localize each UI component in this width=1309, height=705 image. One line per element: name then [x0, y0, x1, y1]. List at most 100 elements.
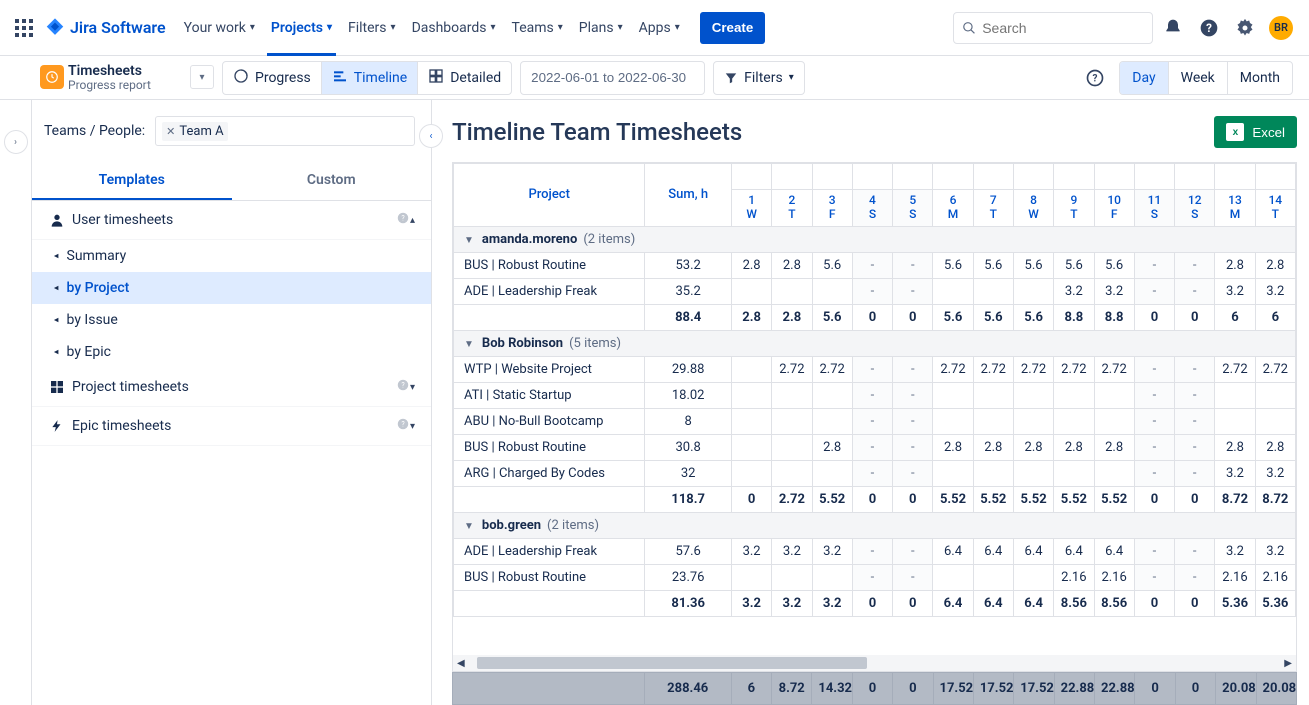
scroll-left-icon[interactable]: ◀ [457, 658, 465, 669]
settings-icon[interactable] [1229, 12, 1261, 44]
nav-apps[interactable]: Apps▾ [631, 8, 688, 48]
bolt-icon [48, 419, 66, 433]
view-week[interactable]: Week [1169, 62, 1228, 94]
col-day-6[interactable]: 6M [933, 190, 973, 227]
view-day[interactable]: Day [1120, 62, 1168, 94]
data-row: ADE | Leadership Freak35.2--3.23.2--3.23… [454, 278, 1296, 304]
mode-progress[interactable]: Progress [223, 62, 322, 94]
app-switch-chevron[interactable]: ▾ [190, 65, 214, 89]
project-cell[interactable]: ABU | No-Bull Bootcamp [454, 408, 645, 434]
group-row[interactable]: ▼Bob Robinson(5 items) [454, 330, 1296, 356]
data-row: WTP | Website Project29.882.722.72--2.72… [454, 356, 1296, 382]
project-cell[interactable]: ATI | Static Startup [454, 382, 645, 408]
group-row[interactable]: ▼bob.green(2 items) [454, 512, 1296, 538]
app-header[interactable]: Timesheets Progress report ▾ [40, 63, 214, 93]
help-hint-icon[interactable]: ? [396, 378, 410, 396]
app-subtitle: Progress report [68, 79, 151, 93]
col-day-4[interactable]: 4S [852, 190, 892, 227]
nav-dashboards[interactable]: Dashboards▾ [404, 8, 504, 48]
timesheet-grid: ProjectSum, h1W2T3F4S5S6M7T8W9T10F11S12S… [452, 162, 1297, 655]
team-tag: ✕ Team A [162, 122, 227, 141]
notifications-icon[interactable] [1157, 12, 1189, 44]
help-hint-icon[interactable]: ? [396, 211, 410, 229]
nav-plans[interactable]: Plans▾ [571, 8, 631, 48]
nav-filters[interactable]: Filters▾ [340, 8, 404, 48]
col-day-7[interactable]: 7T [973, 190, 1013, 227]
export-excel-button[interactable]: x Excel [1214, 116, 1297, 148]
col-project[interactable]: Project [454, 164, 645, 227]
section-project-timesheets[interactable]: Project timesheets?▾ [32, 368, 431, 407]
app-switcher-icon[interactable] [12, 16, 36, 40]
col-day-3[interactable]: 3F [812, 190, 852, 227]
nav-your-work[interactable]: Your work▾ [176, 8, 263, 48]
col-day-5[interactable]: 5S [893, 190, 933, 227]
data-row: ADE | Leadership Freak57.63.23.23.2--6.4… [454, 538, 1296, 564]
help-hint-icon[interactable]: ? [396, 417, 410, 435]
mode-detailed[interactable]: Detailed [418, 62, 511, 94]
section-user-timesheets[interactable]: User timesheets?▴ [32, 201, 431, 240]
collapse-sidebar-button[interactable]: ‹ [419, 124, 443, 148]
timesheets-app-icon [40, 65, 64, 89]
project-cell[interactable]: BUS | Robust Routine [454, 564, 645, 590]
nav-projects[interactable]: Projects▾ [263, 8, 340, 48]
top-nav: Jira Software Your work▾Projects▾Filters… [0, 0, 1309, 56]
horizontal-scrollbar[interactable]: ◀ ▶ [452, 655, 1297, 672]
subtotal-row: 81.363.23.23.2006.46.46.48.568.56005.365… [454, 590, 1296, 616]
remove-tag-icon[interactable]: ✕ [166, 125, 175, 138]
expand-rail-button[interactable]: › [4, 130, 28, 154]
tree-item-by-project[interactable]: ▴by Project [32, 272, 431, 304]
create-button[interactable]: Create [700, 12, 766, 44]
col-day-14[interactable]: 14T [1255, 190, 1295, 227]
project-cell[interactable]: ADE | Leadership Freak [454, 538, 645, 564]
sidebar-tabs: TemplatesCustom [32, 162, 431, 201]
project-cell[interactable]: BUS | Robust Routine [454, 434, 645, 460]
scroll-thumb[interactable] [477, 657, 867, 669]
mode-timeline[interactable]: Timeline [322, 62, 418, 94]
date-range-input[interactable] [520, 61, 705, 95]
tree-item-summary[interactable]: ▴Summary [32, 240, 431, 272]
project-cell[interactable]: WTP | Website Project [454, 356, 645, 382]
scroll-right-icon[interactable]: ▶ [1284, 658, 1292, 669]
collapse-group-icon[interactable]: ▼ [464, 339, 474, 350]
collapse-group-icon[interactable]: ▼ [464, 235, 474, 246]
app-title: Timesheets [68, 63, 151, 79]
toolbar-help-icon[interactable]: ? [1079, 62, 1111, 94]
col-sum[interactable]: Sum, h [645, 164, 732, 227]
filters-button[interactable]: Filters ▾ [713, 61, 805, 95]
timesheet-table: ProjectSum, h1W2T3F4S5S6M7T8W9T10F11S12S… [453, 163, 1296, 617]
tree-item-by-epic[interactable]: ▴by Epic [32, 336, 431, 368]
tree-item-by-issue[interactable]: ▴by Issue [32, 304, 431, 336]
section-epic-timesheets[interactable]: Epic timesheets?▾ [32, 407, 431, 446]
project-cell[interactable]: ARG | Charged By Codes [454, 460, 645, 486]
view-month[interactable]: Month [1228, 62, 1292, 94]
data-row: ARG | Charged By Codes32----3.23.2 [454, 460, 1296, 486]
view-mode-group: ProgressTimelineDetailed [222, 61, 512, 95]
project-cell[interactable]: ADE | Leadership Freak [454, 278, 645, 304]
col-day-9[interactable]: 9T [1054, 190, 1094, 227]
jira-logo[interactable]: Jira Software [44, 17, 166, 39]
search-box[interactable] [953, 12, 1153, 44]
svg-text:?: ? [1206, 21, 1212, 35]
col-day-13[interactable]: 13M [1215, 190, 1255, 227]
col-day-11[interactable]: 11S [1134, 190, 1174, 227]
help-icon[interactable]: ? [1193, 12, 1225, 44]
group-row[interactable]: ▼amanda.moreno(2 items) [454, 226, 1296, 252]
sidebar-tab-custom[interactable]: Custom [232, 162, 432, 200]
collapse-group-icon[interactable]: ▼ [464, 521, 474, 532]
user-avatar[interactable]: BR [1265, 12, 1297, 44]
progress-icon [233, 68, 249, 88]
col-day-2[interactable]: 2T [772, 190, 812, 227]
project-cell[interactable]: BUS | Robust Routine [454, 252, 645, 278]
product-name: Jira Software [70, 18, 166, 37]
col-day-10[interactable]: 10F [1094, 190, 1134, 227]
nav-teams[interactable]: Teams▾ [504, 8, 571, 48]
teams-filter-input[interactable]: ✕ Team A [155, 116, 415, 146]
user-icon [48, 212, 66, 228]
col-day-8[interactable]: 8W [1013, 190, 1053, 227]
search-input[interactable] [982, 20, 1144, 36]
data-row: BUS | Robust Routine53.22.82.85.6--5.65.… [454, 252, 1296, 278]
sidebar-tab-templates[interactable]: Templates [32, 162, 232, 200]
col-day-1[interactable]: 1W [731, 190, 771, 227]
col-day-12[interactable]: 12S [1175, 190, 1215, 227]
search-icon [962, 20, 976, 36]
